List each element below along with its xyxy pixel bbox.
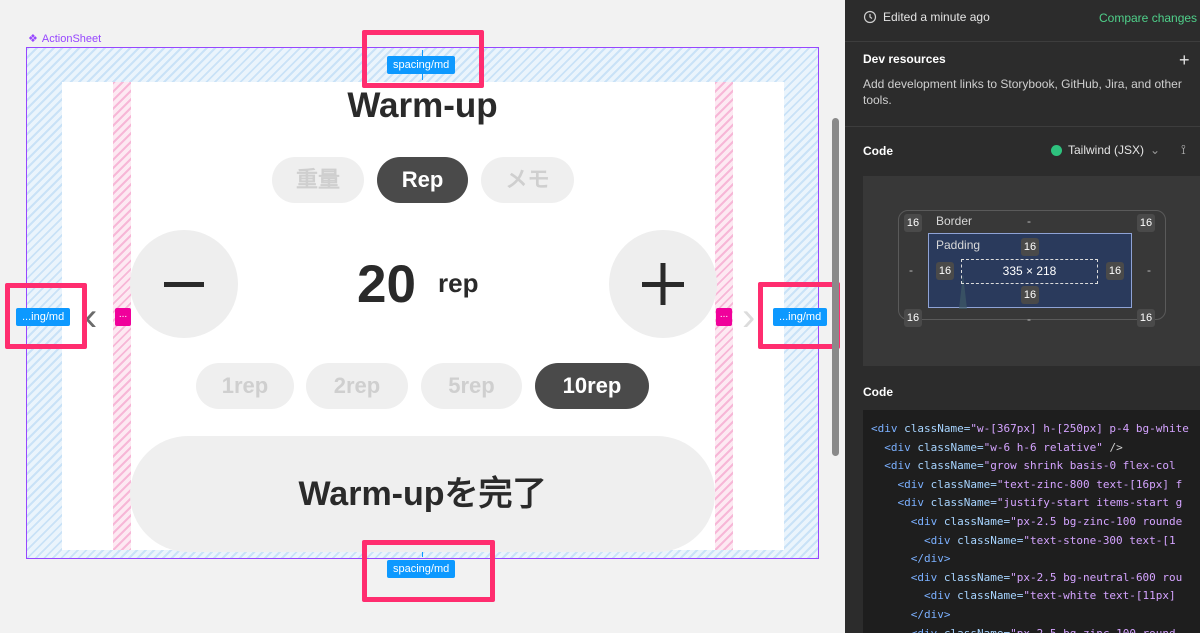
code-line: <div className="grow shrink basis-0 flex… <box>884 459 1176 473</box>
plus-icon <box>642 263 684 305</box>
language-label: Tailwind (JSX) <box>1068 143 1145 157</box>
code-line: <div className="w-[367px] h-[250px] p-4 … <box>871 422 1189 435</box>
chevron-right-icon[interactable]: › <box>742 287 755 347</box>
component-icon: ❖ <box>28 33 38 45</box>
tailwind-icon <box>1051 144 1062 156</box>
padding-top-value: 16 <box>1021 238 1039 256</box>
decrement-button[interactable] <box>130 230 238 338</box>
increment-10rep[interactable]: 10rep <box>535 363 649 409</box>
dev-resources-description: Add development links to Storybook, GitH… <box>863 77 1182 107</box>
sheet-title: Warm-up <box>347 86 498 125</box>
border-label: Border <box>936 214 973 228</box>
increment-button[interactable] <box>609 230 717 338</box>
padding-left-value: 16 <box>936 262 954 280</box>
segment-rep[interactable]: Rep <box>377 157 468 203</box>
left-gap-marker: ... <box>115 308 131 326</box>
minus-icon <box>164 282 204 287</box>
padding-bottom-value: 16 <box>1021 286 1039 304</box>
rep-unit: rep <box>438 268 479 298</box>
segment-weight[interactable]: 重量 <box>272 157 364 203</box>
code-block-title: Code <box>863 385 893 399</box>
finish-warmup-button[interactable]: Warm-upを完了 <box>130 436 715 552</box>
frame-label[interactable]: ❖ ActionSheet <box>28 32 102 46</box>
segment-memo[interactable]: メモ <box>481 157 574 203</box>
radius-bottom-right: 16 <box>1137 309 1155 327</box>
padding-label: Padding <box>936 238 981 252</box>
increment-2rep[interactable]: 2rep <box>306 363 408 409</box>
chevron-down-icon: ⌄ <box>1150 143 1161 157</box>
border-bottom-value: - <box>1027 312 1031 326</box>
inspect-panel: Edited a minute ago Compare changes Dev … <box>845 0 1200 633</box>
section-divider <box>845 126 1200 127</box>
radius-top-right: 16 <box>1137 214 1155 232</box>
frame-label-text: ActionSheet <box>41 32 102 45</box>
box-model-diagram: Border - - - - 16 16 16 16 Padding 16 16… <box>863 176 1200 366</box>
highlight-box-left <box>5 283 87 349</box>
edited-status[interactable]: Edited a minute ago <box>863 10 990 24</box>
highlight-box-top <box>362 30 484 88</box>
code-line: <div className="justify-start items-star… <box>897 496 1183 510</box>
rep-value: 20 <box>357 255 416 314</box>
version-row: Edited a minute ago Compare changes <box>845 0 1200 42</box>
compare-changes-link[interactable]: Compare changes <box>1099 11 1197 25</box>
dev-resources-title: Dev resources <box>863 52 946 66</box>
add-dev-resource-icon[interactable]: + <box>1179 50 1190 71</box>
code-line: </div> <box>910 608 951 621</box>
code-line: <div className="w-6 h-6 relative" /> <box>884 440 1123 454</box>
right-gap-marker: ... <box>716 308 732 326</box>
history-icon <box>863 10 877 24</box>
code-line: <div className="px-2.5 bg-zinc-100 round… <box>910 515 1183 528</box>
increment-1rep[interactable]: 1rep <box>196 363 294 409</box>
design-canvas[interactable]: ❖ ActionSheet ... ... ‹ › Warm-up 重量 Rep… <box>0 0 845 633</box>
border-left-value: - <box>909 263 913 277</box>
code-line: <div className="text-zinc-800 text-[16px… <box>897 477 1183 491</box>
code-block[interactable]: <div className="w-[367px] h-[250px] p-4 … <box>863 410 1200 633</box>
code-line: <div className="px-2.5 bg-neutral-600 ro… <box>910 570 1183 584</box>
code-line: </div> <box>910 552 951 566</box>
content-size: 335 × 218 <box>961 259 1098 284</box>
code-line: <div className="text-white text-[11px] <box>923 589 1176 603</box>
increment-5rep[interactable]: 5rep <box>421 363 522 409</box>
highlight-box-right <box>758 282 840 349</box>
code-section-title: Code <box>863 144 893 158</box>
code-line: <div className="px-2.5 bg-zinc-100 round <box>871 627 1176 633</box>
radius-top-left: 16 <box>904 214 922 232</box>
border-top-value: - <box>1027 214 1031 228</box>
radius-bottom-left: 16 <box>904 309 922 327</box>
padding-right-value: 16 <box>1106 262 1124 280</box>
highlight-box-bottom <box>362 540 495 602</box>
edited-text: Edited a minute ago <box>883 10 990 24</box>
language-select[interactable]: Tailwind (JSX) ⌄ <box>1051 143 1160 157</box>
code-line: <div className="text-stone-300 text-[1 <box>923 533 1176 547</box>
code-settings-icon[interactable]: ⟟ <box>1181 142 1186 158</box>
border-right-value: - <box>1147 263 1151 277</box>
canvas-scrollbar[interactable] <box>832 118 839 456</box>
